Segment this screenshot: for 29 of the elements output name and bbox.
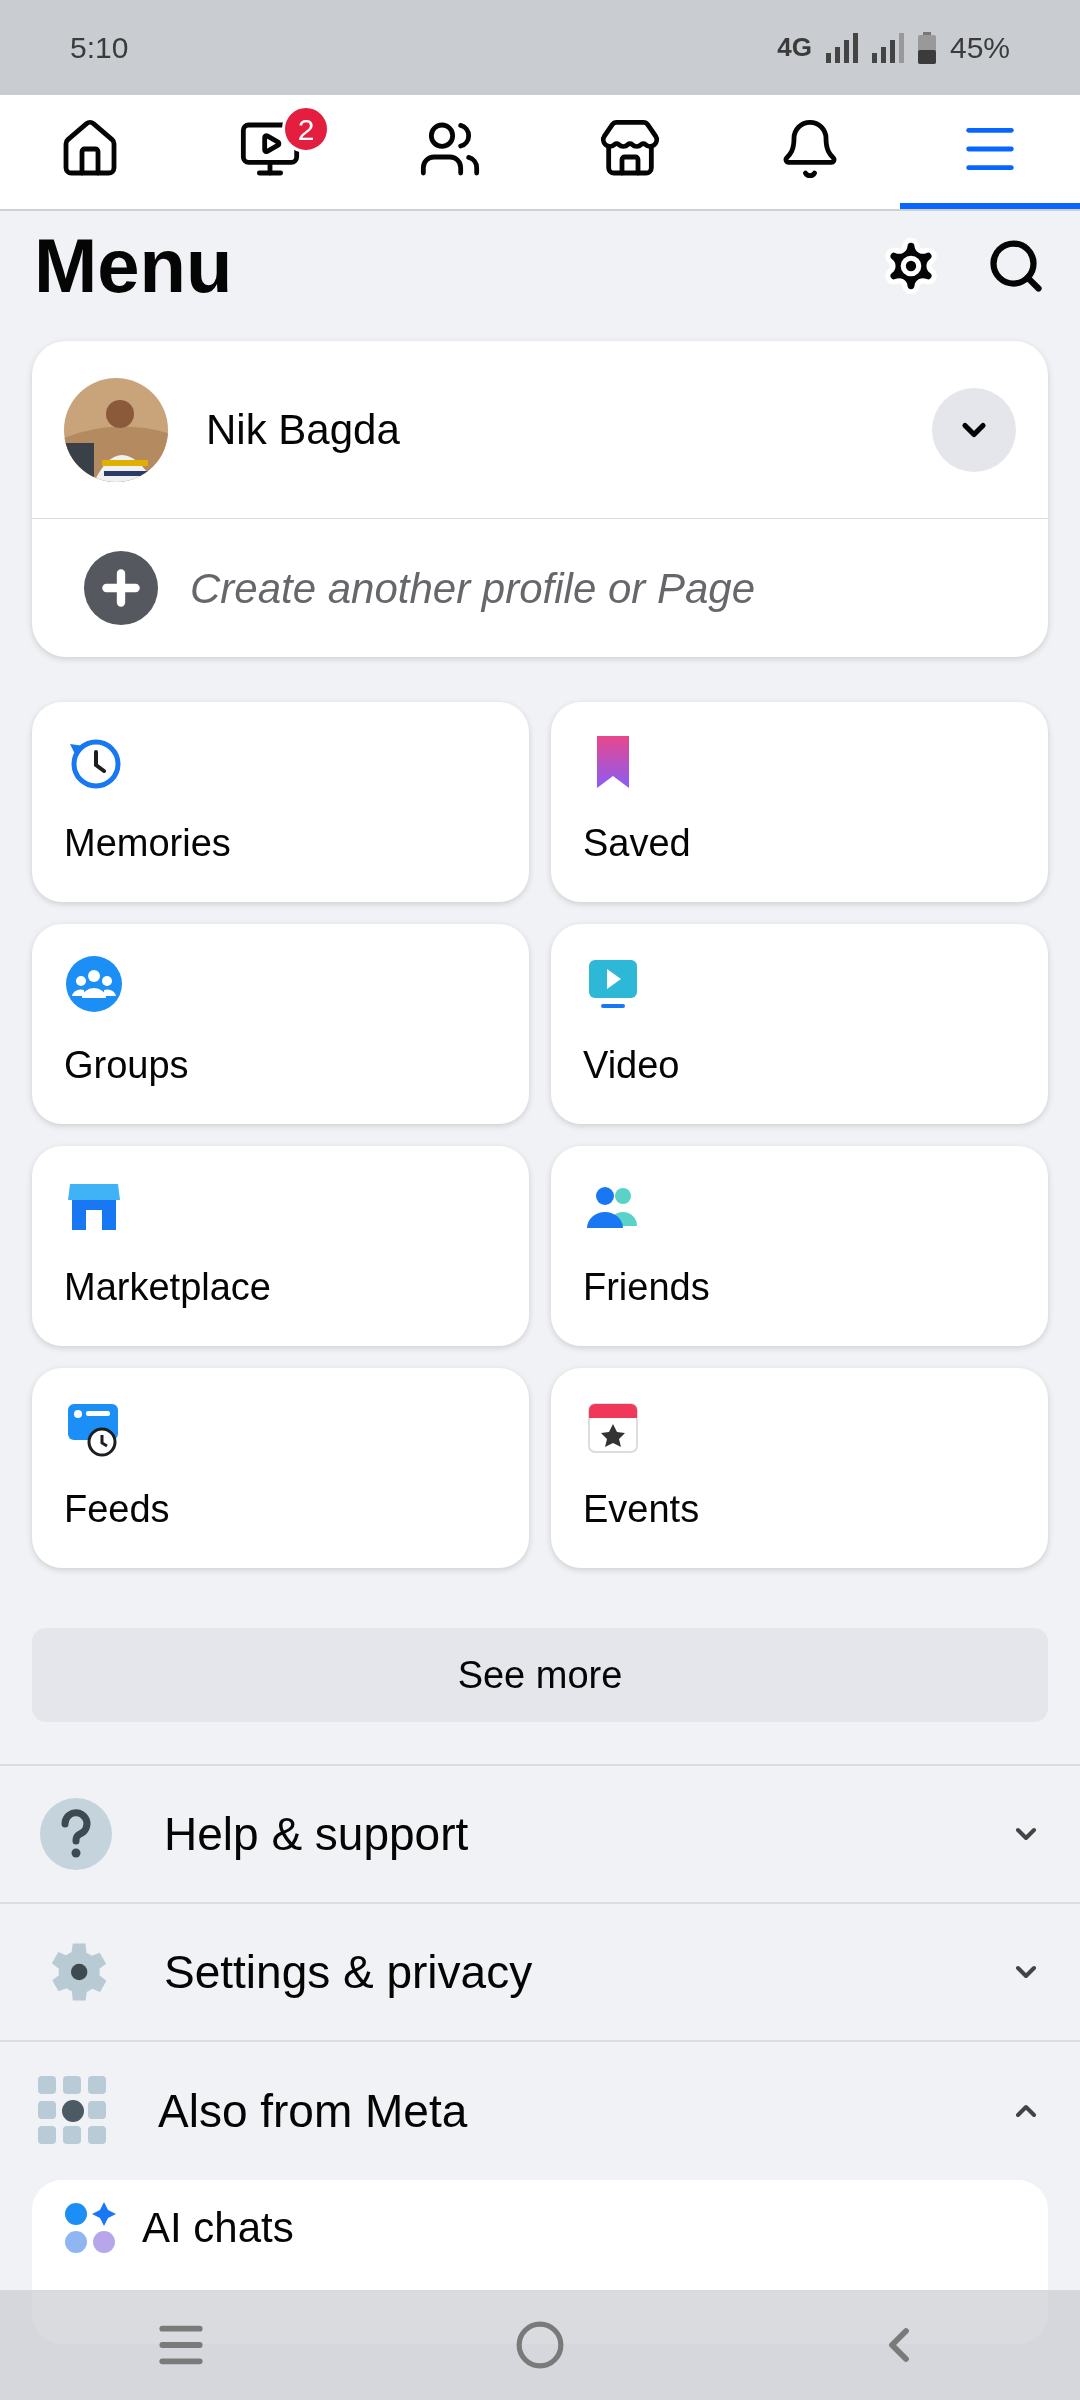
shortcut-card[interactable]: Events (551, 1368, 1048, 1568)
see-more-button[interactable]: See more (32, 1628, 1048, 1722)
grid-icon (38, 2076, 108, 2146)
shortcut-card[interactable]: Feeds (32, 1368, 529, 1568)
section-row[interactable]: Also from Meta (0, 2042, 1080, 2180)
app-list-item[interactable]: AI chats (32, 2202, 324, 2254)
section-row[interactable]: Help & support (0, 1766, 1080, 1904)
shortcut-card[interactable]: Groups (32, 924, 529, 1124)
signal-icon (871, 32, 904, 63)
section-row[interactable]: Settings & privacy (0, 1904, 1080, 2042)
home-button-icon[interactable] (515, 2320, 565, 2370)
shortcut-card[interactable]: Friends (551, 1146, 1048, 1346)
ai-icon (62, 2200, 118, 2256)
battery-icon (917, 31, 936, 64)
network-type: 4G (777, 31, 812, 64)
shortcut-card[interactable]: Video (551, 924, 1048, 1124)
battery-percent: 45% (949, 30, 1010, 66)
clock-time: 5:10 (70, 30, 129, 66)
page-title: Menu (34, 228, 233, 304)
question-icon (38, 1796, 114, 1872)
shortcut-card[interactable]: Memories (32, 702, 529, 902)
nav-tab[interactable]: 2 (180, 95, 360, 209)
signal-icon (825, 32, 858, 63)
shortcut-card[interactable]: Marketplace (32, 1146, 529, 1346)
shortcut-card[interactable]: Saved (551, 702, 1048, 902)
profile-name[interactable]: Nik Bagda (206, 398, 932, 461)
group-icon (64, 954, 124, 1014)
create-profile-link[interactable]: Create another profile or Page (190, 556, 755, 620)
notification-badge: 2 (282, 105, 330, 153)
